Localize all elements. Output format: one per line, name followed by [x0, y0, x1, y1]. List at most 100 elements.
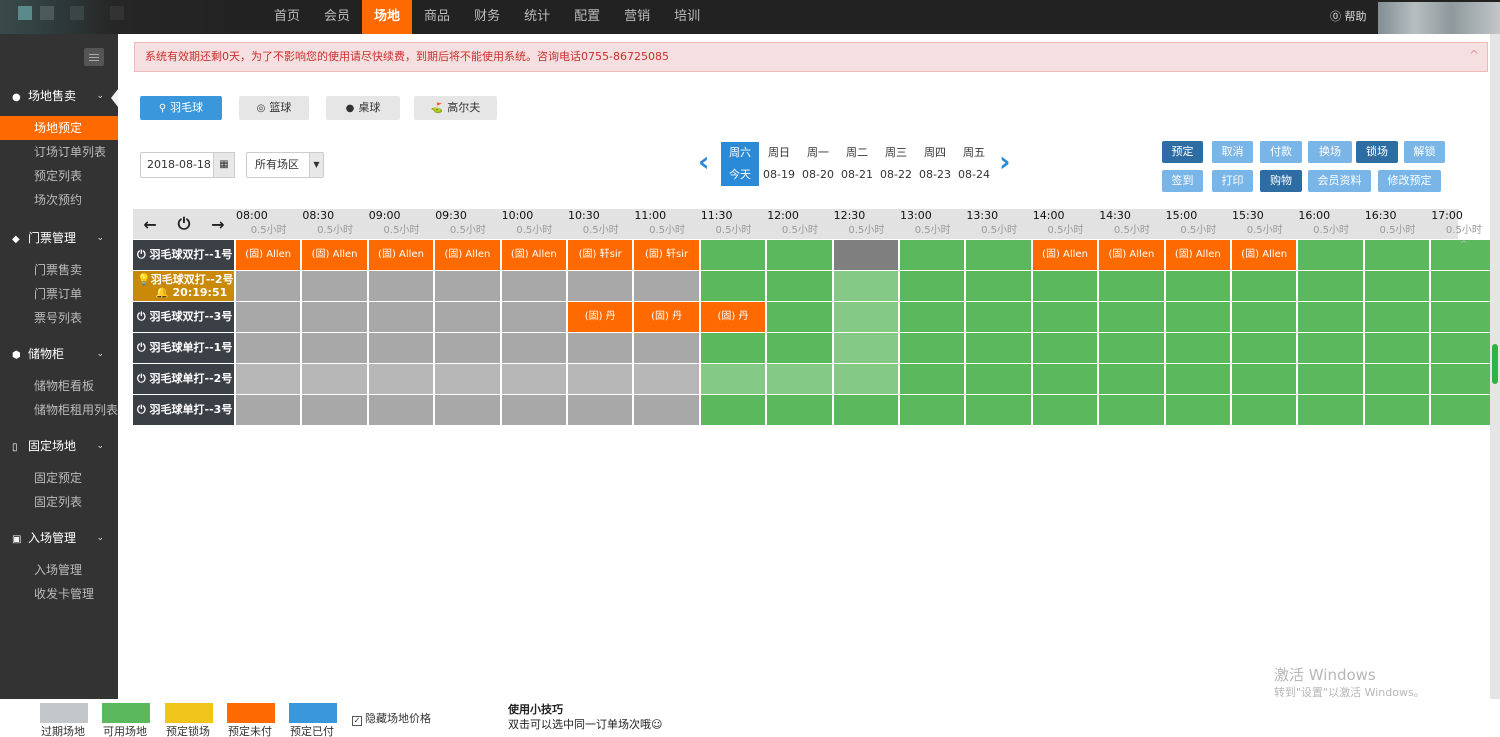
time-slot[interactable] — [501, 333, 566, 363]
time-slot[interactable] — [368, 364, 434, 394]
booked-slot[interactable]: (固) 丹 — [634, 302, 699, 332]
booked-slot[interactable]: (固) Allen — [1232, 240, 1297, 270]
time-slot[interactable] — [767, 395, 832, 425]
time-slot[interactable] — [302, 364, 367, 394]
time-slot[interactable] — [568, 271, 633, 301]
sidebar-item[interactable]: 储物柜看板 — [0, 374, 118, 398]
time-slot[interactable] — [767, 364, 832, 394]
page-scrollbar[interactable] — [1490, 34, 1500, 699]
time-slot[interactable] — [966, 395, 1031, 425]
booked-slot[interactable]: (固) Allen — [236, 240, 301, 270]
time-slot[interactable] — [1099, 364, 1164, 394]
time-slot[interactable] — [435, 364, 500, 394]
time-slot[interactable] — [1364, 333, 1430, 363]
time-slot[interactable] — [501, 364, 566, 394]
time-slot[interactable] — [1032, 364, 1098, 394]
time-slot[interactable] — [568, 364, 633, 394]
time-slot[interactable] — [1232, 364, 1297, 394]
booked-slot[interactable]: (固) Allen — [368, 240, 434, 270]
time-slot[interactable] — [435, 271, 500, 301]
booked-slot[interactable]: (固) 丹 — [700, 302, 766, 332]
day-tab[interactable]: 周一 08-20 — [799, 142, 837, 186]
close-icon[interactable]: ^ — [1469, 41, 1479, 69]
time-slot[interactable] — [966, 333, 1031, 363]
time-slot[interactable] — [634, 395, 699, 425]
day-tab[interactable]: 周三 08-22 — [877, 142, 915, 186]
day-tab[interactable]: 周五 08-24 — [955, 142, 993, 186]
sidebar-item[interactable]: 入场管理 — [0, 558, 118, 582]
nav-item[interactable]: 场地 — [362, 0, 413, 34]
time-slot[interactable] — [767, 240, 832, 270]
nav-item[interactable]: 首页 — [262, 0, 312, 34]
nav-item[interactable]: 营销 — [612, 0, 662, 34]
action-button[interactable]: 付款 — [1260, 141, 1302, 163]
time-slot[interactable] — [700, 271, 766, 301]
time-slot[interactable] — [368, 333, 434, 363]
nav-item[interactable]: 商品 — [412, 0, 462, 34]
area-select[interactable]: 所有场区 ▼ — [246, 152, 324, 178]
time-slot[interactable] — [1298, 271, 1363, 301]
time-slot[interactable] — [1364, 302, 1430, 332]
time-slot[interactable] — [501, 395, 566, 425]
time-slot[interactable] — [634, 271, 699, 301]
sidebar-group[interactable]: ● 场地售卖 ⌄ — [0, 82, 118, 110]
sidebar-group[interactable]: ▣ 入场管理 ⌄ — [0, 524, 118, 552]
time-slot[interactable] — [1364, 395, 1430, 425]
time-slot[interactable] — [900, 302, 965, 332]
time-slot[interactable] — [833, 395, 898, 425]
day-tab[interactable]: 周四 08-23 — [916, 142, 954, 186]
time-slot[interactable] — [568, 395, 633, 425]
court-name[interactable]: 💡羽毛球双打--2号 🔔 20:19:51 — [133, 271, 234, 301]
time-slot[interactable] — [236, 302, 301, 332]
booked-slot[interactable]: (固) 轩sir — [568, 240, 633, 270]
booked-slot[interactable]: (固) 丹 — [568, 302, 633, 332]
time-slot[interactable] — [966, 364, 1031, 394]
time-slot[interactable] — [1099, 302, 1164, 332]
time-slot[interactable] — [1032, 395, 1098, 425]
time-slot[interactable] — [368, 271, 434, 301]
time-slot[interactable] — [236, 364, 301, 394]
time-slot[interactable] — [435, 302, 500, 332]
sidebar-item[interactable]: 收发卡管理 — [0, 582, 118, 606]
time-slot[interactable] — [833, 302, 898, 332]
time-slot[interactable] — [368, 395, 434, 425]
time-slot[interactable] — [900, 240, 965, 270]
sidebar-item[interactable]: 储物柜租用列表 — [0, 398, 118, 422]
sidebar-item[interactable]: 预定列表 — [0, 164, 118, 188]
sidebar-group[interactable]: ⬢ 储物柜 ⌄ — [0, 340, 118, 368]
help-link[interactable]: ⓪ 帮助 — [1330, 0, 1367, 34]
time-slot[interactable] — [1298, 302, 1363, 332]
time-slot[interactable] — [1232, 395, 1297, 425]
time-slot[interactable] — [1232, 271, 1297, 301]
court-name[interactable]: ⏻ 羽毛球单打--1号 — [133, 333, 234, 363]
court-name[interactable]: ⏻ 羽毛球双打--3号 — [133, 302, 234, 332]
power-icon[interactable]: ⏻ — [178, 214, 191, 234]
nav-item[interactable]: 配置 — [562, 0, 612, 34]
booked-slot[interactable]: (固) Allen — [501, 240, 566, 270]
time-slot[interactable] — [1431, 395, 1496, 425]
action-button[interactable]: 签到 — [1162, 170, 1203, 192]
time-slot[interactable] — [634, 364, 699, 394]
sidebar-group[interactable]: ◆ 门票管理 ⌄ — [0, 224, 118, 252]
sport-tab[interactable]: ⚲ 羽毛球 — [140, 96, 222, 120]
time-slot[interactable] — [900, 333, 965, 363]
time-slot[interactable] — [1364, 240, 1430, 270]
time-slot[interactable] — [1298, 240, 1363, 270]
time-slot[interactable] — [501, 271, 566, 301]
sidebar-item[interactable]: 场次预约 — [0, 188, 118, 212]
sidebar-item[interactable]: 固定列表 — [0, 490, 118, 514]
time-slot[interactable] — [1032, 271, 1098, 301]
time-slot[interactable] — [833, 271, 898, 301]
sport-tab[interactable]: ⛳ 高尔夫 — [414, 96, 497, 120]
time-slot[interactable] — [1032, 333, 1098, 363]
time-slot[interactable] — [435, 395, 500, 425]
sidebar-item[interactable]: 门票订单 — [0, 282, 118, 306]
grid-scroll-up-icon[interactable]: ^ — [1460, 240, 1468, 250]
time-slot[interactable] — [236, 333, 301, 363]
time-slot[interactable] — [1431, 271, 1496, 301]
hide-price-checkbox[interactable]: ✓ 隐藏场地价格 — [352, 710, 431, 726]
time-slot[interactable] — [900, 364, 965, 394]
sidebar-group[interactable]: ▯ 固定场地 ⌄ — [0, 432, 118, 460]
time-slot[interactable] — [1232, 333, 1297, 363]
time-slot[interactable] — [1298, 395, 1363, 425]
